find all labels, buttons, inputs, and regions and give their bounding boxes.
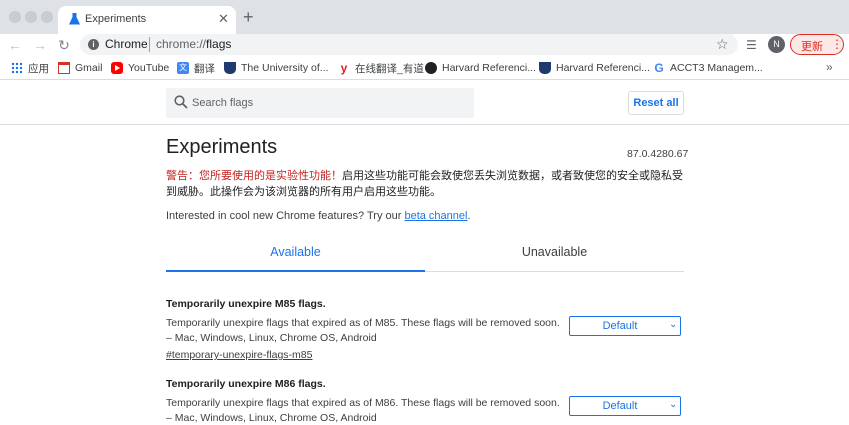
warning-prefix: 警告：您所要使用的是实验性功能！ xyxy=(166,170,342,182)
update-button[interactable]: 更新 ⋮ xyxy=(790,34,844,55)
flag-description: Temporarily unexpire flags that expired … xyxy=(166,317,560,344)
flask-icon xyxy=(69,13,80,25)
back-arrow-icon[interactable]: ← xyxy=(8,37,22,53)
address-bar[interactable]: i Chrome chrome://flags ☆ xyxy=(80,34,738,55)
forward-arrow-icon[interactable]: → xyxy=(33,37,47,53)
close-icon[interactable]: ✕ xyxy=(218,11,229,27)
update-label: 更新 xyxy=(801,41,823,53)
window-minimize-button[interactable] xyxy=(25,11,37,23)
flag-state-select[interactable]: Default ⌄ xyxy=(569,316,681,336)
flag-title: Temporarily unexpire M86 flags. xyxy=(166,378,326,390)
active-tab-indicator xyxy=(166,270,425,272)
reset-all-button[interactable]: Reset all xyxy=(628,91,684,115)
flag-state-value: Default xyxy=(602,320,638,332)
new-tab-plus-icon[interactable]: + xyxy=(243,8,254,26)
address-origin: Chrome xyxy=(105,37,148,51)
tab-title: Experiments xyxy=(85,13,147,25)
browser-toolbar: ← → ↻ i Chrome chrome://flags ☆ ☰ N 更新 ⋮ xyxy=(0,34,849,56)
bookmarks-overflow-icon[interactable]: » xyxy=(826,60,833,74)
bookmark-harvard-2[interactable]: Harvard Referenci... xyxy=(539,61,650,75)
flag-entry: Temporarily unexpire M86 flags. Temporar… xyxy=(166,378,684,425)
browser-tab-experiments[interactable]: Experiments ✕ xyxy=(58,6,236,34)
window-close-button[interactable] xyxy=(9,11,21,23)
flags-tabs: Available Unavailable xyxy=(166,238,684,272)
bookmark-translate[interactable]: 文 翻译 xyxy=(177,61,215,75)
bookmark-gmail[interactable]: Gmail xyxy=(58,61,102,75)
page-title: Experiments xyxy=(166,136,278,158)
crest-icon xyxy=(224,62,236,74)
crest-icon xyxy=(539,62,551,74)
google-icon: G xyxy=(654,61,664,75)
flag-permalink[interactable]: #temporary-unexpire-flags-m85 xyxy=(166,349,312,361)
reading-list-icon[interactable]: ☰ xyxy=(746,38,757,52)
bookmark-youdao[interactable]: y 在线翻译_有道 xyxy=(338,61,424,75)
bookmark-star-icon[interactable]: ☆ xyxy=(716,36,729,52)
bookmark-acct3[interactable]: G ACCT3 Managem... xyxy=(653,61,762,75)
tab-strip: Experiments ✕ + xyxy=(0,0,849,34)
tab-unavailable[interactable]: Unavailable xyxy=(425,245,684,271)
chevron-down-icon: ⌄ xyxy=(669,319,678,330)
beta-promo: Interested in cool new Chrome features? … xyxy=(166,210,471,222)
site-info-icon[interactable]: i xyxy=(88,39,99,50)
profile-avatar[interactable]: N xyxy=(768,36,785,53)
more-vertical-icon: ⋮ xyxy=(831,37,843,51)
reload-icon[interactable]: ↻ xyxy=(57,37,71,53)
version-label: 87.0.4280.67 xyxy=(627,148,689,160)
warning-text: 警告：您所要使用的是实验性功能！启用这些功能可能会致使您丢失浏览数据，或者致使您… xyxy=(166,169,686,200)
bookmark-youtube[interactable]: YouTube xyxy=(111,61,169,75)
search-container xyxy=(166,88,474,118)
beta-channel-link[interactable]: beta channel xyxy=(404,210,467,222)
gmail-icon xyxy=(58,62,70,74)
bookmarks-bar: 应用 Gmail YouTube 文 翻译 The University of.… xyxy=(0,56,849,80)
flags-header: Reset all xyxy=(0,81,849,125)
bookmark-apps[interactable]: 应用 xyxy=(11,61,49,75)
flag-description: Temporarily unexpire flags that expired … xyxy=(166,397,560,424)
apps-grid-icon xyxy=(11,62,23,74)
youtube-icon xyxy=(111,62,123,74)
translate-icon: 文 xyxy=(177,62,189,74)
flag-entry: Temporarily unexpire M85 flags. Temporar… xyxy=(166,298,684,363)
chevron-down-icon: ⌄ xyxy=(669,399,678,410)
tab-available[interactable]: Available xyxy=(166,245,425,271)
search-input[interactable] xyxy=(192,88,462,118)
window-zoom-button[interactable] xyxy=(41,11,53,23)
flag-state-select[interactable]: Default ⌄ xyxy=(569,396,681,416)
youdao-icon: y xyxy=(340,61,348,75)
bookmark-university[interactable]: The University of... xyxy=(224,61,329,75)
harvard-icon xyxy=(425,62,437,74)
bookmark-harvard-1[interactable]: Harvard Referenci... xyxy=(425,61,536,75)
address-url[interactable]: chrome://flags xyxy=(156,37,231,51)
flag-state-value: Default xyxy=(602,400,638,412)
address-divider xyxy=(149,37,150,52)
search-icon xyxy=(174,95,188,109)
flag-title: Temporarily unexpire M85 flags. xyxy=(166,298,326,310)
